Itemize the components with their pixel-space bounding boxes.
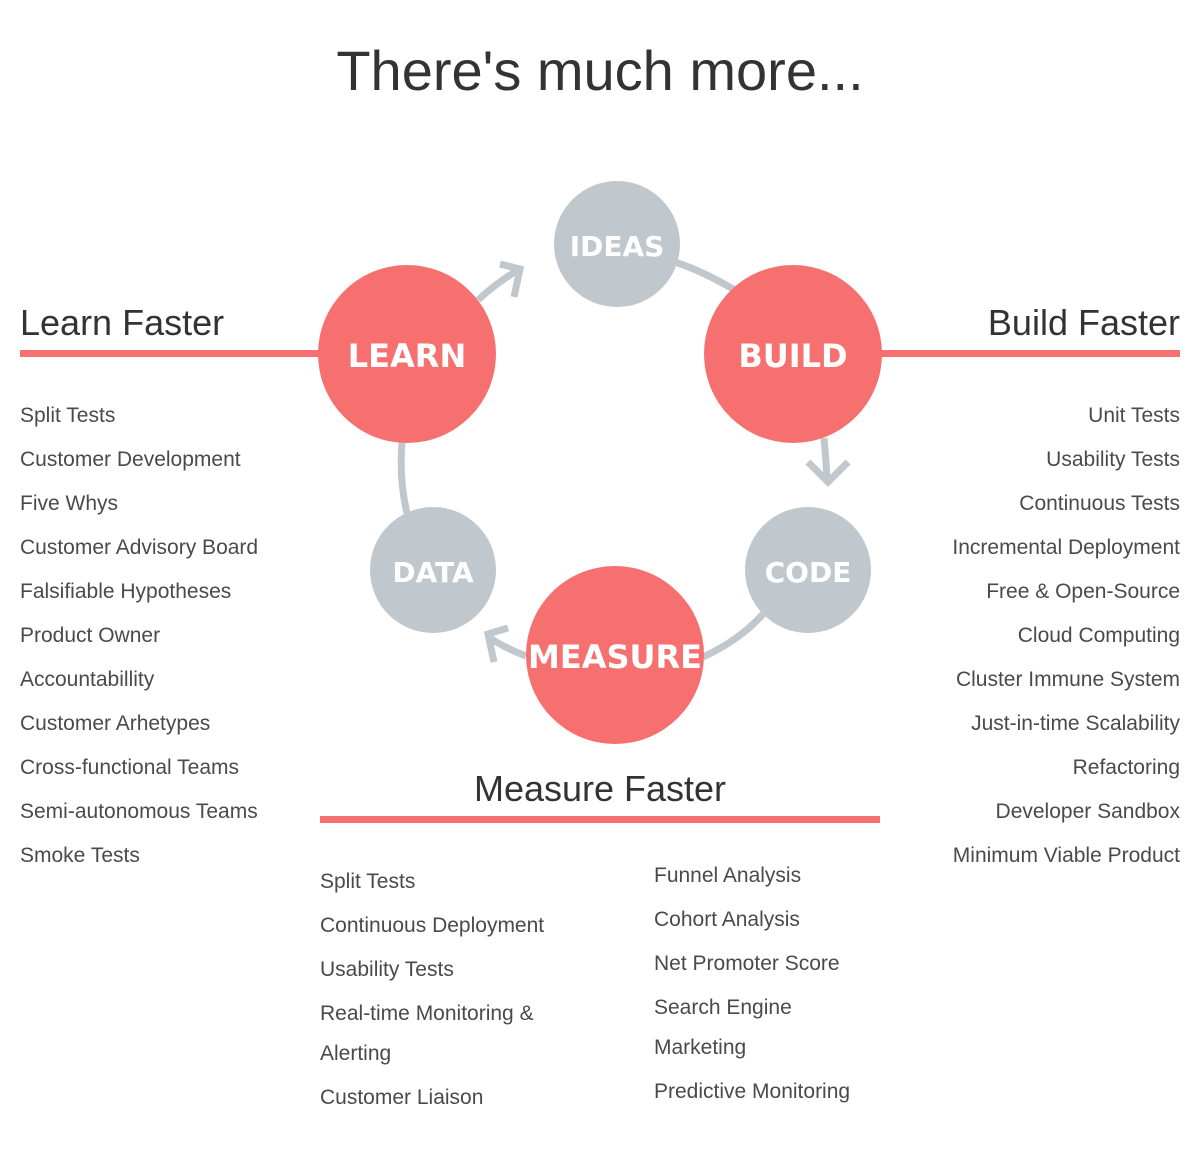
learn-faster-heading: Learn Faster xyxy=(20,302,225,343)
list-item: Search Engine xyxy=(654,996,792,1019)
list-item: Incremental Deployment xyxy=(952,536,1180,559)
list-item: Product Owner xyxy=(20,624,161,647)
node-code-label: CODE xyxy=(765,556,852,589)
node-ideas: IDEAS xyxy=(554,181,680,307)
list-item: Unit Tests xyxy=(1088,404,1180,427)
node-learn: LEARN xyxy=(318,265,496,443)
list-item: Usability Tests xyxy=(320,958,454,981)
list-item: Smoke Tests xyxy=(20,844,140,867)
list-item: Five Whys xyxy=(20,492,119,515)
list-item: Minimum Viable Product xyxy=(952,844,1180,867)
list-item: Marketing xyxy=(654,1036,747,1059)
list-item: Customer Advisory Board xyxy=(20,536,259,559)
list-item: Net Promoter Score xyxy=(654,952,840,975)
list-item: Funnel Analysis xyxy=(654,864,802,887)
node-build-label: BUILD xyxy=(738,337,847,375)
list-item: Real-time Monitoring & xyxy=(320,1002,534,1025)
node-measure: MEASURE xyxy=(526,566,704,744)
connector-code-measure xyxy=(701,611,766,661)
list-item: Split Tests xyxy=(320,870,416,893)
measure-rule xyxy=(320,816,880,823)
list-item: Cluster Immune System xyxy=(955,668,1180,691)
measure-faster-heading: Measure Faster xyxy=(473,768,727,809)
list-item: Continuous Deployment xyxy=(320,914,545,937)
connector-data-learn xyxy=(397,441,411,514)
list-item: Falsifiable Hypotheses xyxy=(20,580,232,603)
list-item: Developer Sandbox xyxy=(995,800,1180,823)
node-ideas-label: IDEAS xyxy=(570,230,665,263)
list-item: Continuous Tests xyxy=(1019,492,1180,515)
list-item: Customer Development xyxy=(20,448,241,471)
node-build: BUILD xyxy=(704,265,882,443)
list-item: Cloud Computing xyxy=(1017,624,1180,647)
list-item: Refactoring xyxy=(1072,756,1180,779)
list-item: Free & Open-Source xyxy=(986,580,1180,603)
build-faster-heading: Build Faster xyxy=(987,302,1180,343)
node-code: CODE xyxy=(745,507,871,633)
list-item: Alerting xyxy=(320,1042,392,1065)
list-item: Split Tests xyxy=(20,404,116,427)
list-item: Predictive Monitoring xyxy=(654,1080,851,1103)
build-rule xyxy=(880,350,1180,357)
list-item: Customer Arhetypes xyxy=(20,712,211,735)
list-item: Accountabillity xyxy=(20,668,155,691)
node-measure-label: MEASURE xyxy=(528,638,702,676)
list-item: Customer Liaison xyxy=(320,1086,484,1109)
list-item: Cohort Analysis xyxy=(654,908,800,931)
learn-rule xyxy=(20,350,320,357)
list-item: Just-in-time Scalability xyxy=(971,712,1180,735)
list-item: Usability Tests xyxy=(1046,448,1180,471)
node-data: DATA xyxy=(370,507,496,633)
node-learn-label: LEARN xyxy=(348,337,466,375)
node-data-label: DATA xyxy=(392,556,474,589)
list-item: Semi-autonomous Teams xyxy=(20,800,258,823)
list-item: Cross-functional Teams xyxy=(20,756,240,779)
connector-ideas-build xyxy=(673,258,740,295)
